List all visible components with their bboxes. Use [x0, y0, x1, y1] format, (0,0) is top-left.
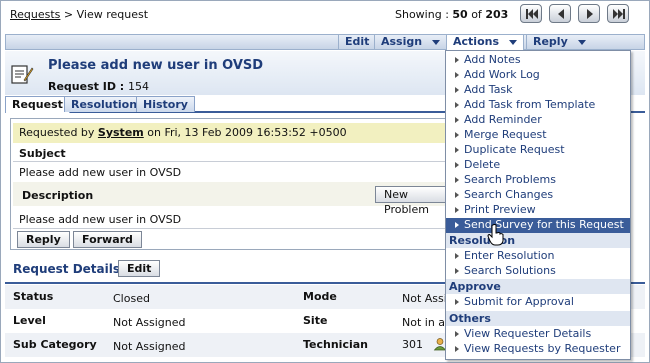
- menu-item-add-work-log[interactable]: Add Work Log: [446, 68, 630, 83]
- showing-label: Showing :: [395, 8, 453, 21]
- edit-button[interactable]: Edit: [338, 35, 375, 49]
- note-icon: [11, 65, 34, 84]
- previous-page-icon: [558, 9, 564, 19]
- requested-by-prefix: Requested by: [19, 126, 98, 139]
- reply-button[interactable]: Reply: [17, 231, 70, 248]
- showing-of: of: [467, 8, 486, 21]
- description-toggle[interactable]: New Problem: [375, 186, 450, 216]
- tab-resolution[interactable]: Resolution: [64, 96, 145, 112]
- description-text: Please add new user in OVSD: [19, 213, 182, 226]
- last-page-icon: [613, 9, 625, 19]
- description-label: Description: [22, 189, 94, 202]
- reply-dropdown[interactable]: Reply: [526, 35, 592, 49]
- forward-button[interactable]: Forward: [73, 231, 142, 248]
- menu-section-resolution: Resolution: [446, 233, 630, 248]
- subject-text: Please add new user in OVSD: [19, 166, 182, 179]
- detail-label: Sub Category: [13, 338, 97, 351]
- actions-dropdown[interactable]: Actions: [446, 34, 524, 50]
- requester-link[interactable]: System: [98, 126, 144, 139]
- menu-item-duplicate-request[interactable]: Duplicate Request: [446, 143, 630, 158]
- menu-item-submit-for-approval[interactable]: Submit for Approval: [446, 295, 630, 310]
- detail-value: Closed: [113, 292, 150, 305]
- previous-page-button[interactable]: [549, 4, 571, 23]
- breadcrumb-separator: >: [60, 8, 77, 21]
- tab-history[interactable]: History: [136, 96, 195, 112]
- breadcrumb: Requests > View request: [10, 8, 148, 21]
- chevron-down-icon: [509, 39, 517, 45]
- menu-item-view-requests-by-requester[interactable]: View Requests by Requester: [446, 342, 630, 357]
- pager-status: Showing : 50 of 203: [395, 8, 508, 21]
- request-id-value: 154: [128, 80, 150, 93]
- menu-item-search-problems[interactable]: Search Problems: [446, 173, 630, 188]
- detail-label: Technician: [303, 338, 369, 351]
- detail-value: Not Assigned: [113, 316, 186, 329]
- actions-menu: Add Notes Add Work Log Add Task Add Task…: [445, 50, 631, 360]
- assign-dropdown[interactable]: Assign: [374, 35, 446, 49]
- menu-item-merge-request[interactable]: Merge Request: [446, 128, 630, 143]
- requested-on: on Fri, 13 Feb 2009 16:53:52 +0500: [143, 126, 347, 139]
- subject-label: Subject: [19, 147, 66, 160]
- menu-item-add-task-from-template[interactable]: Add Task from Template: [446, 98, 630, 113]
- page-title: Please add new user in OVSD: [48, 58, 264, 73]
- tab-request[interactable]: Request: [5, 96, 70, 113]
- menu-item-view-requester-details[interactable]: View Requester Details: [446, 327, 630, 342]
- detail-label: Mode: [303, 290, 337, 303]
- next-page-icon: [587, 9, 593, 19]
- action-toolbar: Edit Assign Actions Reply: [5, 34, 645, 50]
- menu-item-add-reminder[interactable]: Add Reminder: [446, 113, 630, 128]
- chevron-down-icon: [432, 39, 441, 45]
- actions-label: Actions: [453, 35, 499, 48]
- breadcrumb-requests-link[interactable]: Requests: [10, 8, 60, 21]
- hand-cursor-icon: [487, 224, 504, 246]
- showing-total: 203: [485, 8, 509, 21]
- first-page-icon: [526, 9, 538, 19]
- request-id: Request ID : 154: [48, 80, 149, 93]
- showing-range: 50: [452, 8, 468, 21]
- next-page-button[interactable]: [578, 4, 600, 23]
- request-details-title: Request Details: [13, 262, 121, 276]
- menu-item-send-survey[interactable]: Send Survey for this Request: [446, 218, 630, 233]
- first-page-button[interactable]: [520, 4, 542, 23]
- request-id-label: Request ID :: [48, 80, 129, 93]
- divider: [13, 161, 450, 162]
- detail-label: Status: [13, 290, 54, 303]
- menu-item-add-task[interactable]: Add Task: [446, 83, 630, 98]
- reply-label: Reply: [533, 35, 568, 48]
- detail-value: 301: [402, 338, 423, 351]
- details-edit-button[interactable]: Edit: [118, 260, 161, 277]
- detail-value: Not Assigned: [113, 340, 186, 353]
- breadcrumb-current: View request: [76, 8, 149, 21]
- menu-item-search-changes[interactable]: Search Changes: [446, 188, 630, 203]
- menu-item-print-preview[interactable]: Print Preview: [446, 203, 630, 218]
- last-page-button[interactable]: [607, 4, 629, 23]
- menu-section-others: Others: [446, 311, 630, 326]
- chevron-down-icon: [577, 39, 586, 45]
- menu-item-enter-resolution[interactable]: Enter Resolution: [446, 249, 630, 264]
- requested-by-bar: Requested by System on Fri, 13 Feb 2009 …: [13, 123, 450, 143]
- menu-section-approve: Approve: [446, 279, 630, 294]
- divider: [13, 228, 450, 229]
- menu-item-search-solutions[interactable]: Search Solutions: [446, 264, 630, 279]
- menu-item-add-notes[interactable]: Add Notes: [446, 53, 630, 68]
- menu-item-delete[interactable]: Delete: [446, 158, 630, 173]
- detail-label: Site: [303, 314, 328, 327]
- detail-label: Level: [13, 314, 46, 327]
- assign-label: Assign: [381, 35, 423, 48]
